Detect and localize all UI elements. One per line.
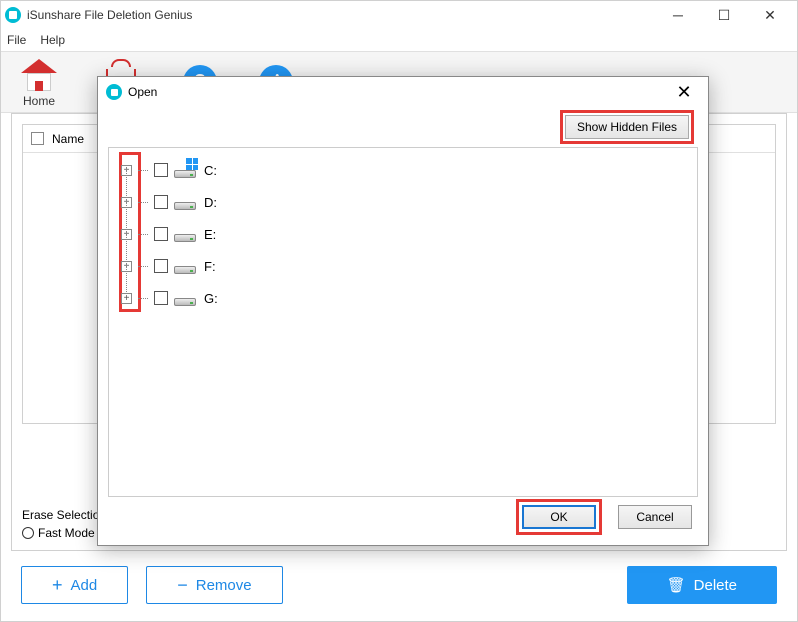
drive-icon: [174, 258, 196, 274]
drive-label: F:: [204, 259, 216, 274]
drive-label: G:: [204, 291, 218, 306]
window-controls: ─ ☐ ✕: [655, 1, 793, 29]
add-button-label: Add: [71, 577, 98, 594]
ok-button-label: OK: [550, 510, 567, 524]
cancel-button-label: Cancel: [636, 510, 673, 524]
minus-icon: [177, 575, 188, 596]
show-hidden-highlight: Show Hidden Files: [560, 110, 694, 144]
drive-checkbox[interactable]: [154, 291, 168, 305]
drive-row[interactable]: +F:: [117, 250, 689, 282]
dialog-toolbar: Show Hidden Files: [98, 107, 708, 147]
drive-label: C:: [204, 163, 217, 178]
dialog-app-icon: [106, 84, 122, 100]
minimize-button[interactable]: ─: [655, 1, 701, 29]
open-dialog: Open ✕ Show Hidden Files +C:+D:+E:+F: + G:…: [97, 76, 709, 546]
expand-toggle[interactable]: +: [121, 293, 132, 304]
remove-button[interactable]: Remove: [146, 566, 282, 604]
windows-badge-icon: [186, 158, 198, 170]
show-hidden-button[interactable]: Show Hidden Files: [565, 115, 689, 139]
drive-row[interactable]: +D:: [117, 186, 689, 218]
tree-connector: [138, 234, 148, 235]
drive-icon: [174, 290, 196, 306]
shredder-icon: 🗑: [667, 576, 686, 594]
tree-connector: [138, 266, 148, 267]
show-hidden-label: Show Hidden Files: [577, 120, 677, 134]
dialog-title-bar: Open ✕: [98, 77, 708, 107]
dialog-body: +C:+D:+E:+F: + G:: [108, 147, 698, 497]
drive-checkbox[interactable]: [154, 259, 168, 273]
drive-row[interactable]: + G:: [117, 282, 689, 314]
drive-icon: [174, 226, 196, 242]
dialog-close-button[interactable]: ✕: [668, 78, 700, 106]
erase-section: Erase Selectio Fast Mode: [22, 508, 99, 540]
title-bar: iSunshare File Deletion Genius ─ ☐ ✕: [1, 1, 797, 29]
menu-bar: File Help: [1, 29, 797, 51]
drive-icon: [174, 162, 196, 178]
delete-button[interactable]: 🗑 Delete: [627, 566, 777, 604]
close-button[interactable]: ✕: [747, 1, 793, 29]
tree-connector: [138, 170, 148, 171]
plus-icon: [52, 575, 63, 596]
maximize-button[interactable]: ☐: [701, 1, 747, 29]
erase-selection-label: Erase Selectio: [22, 508, 99, 522]
menu-file[interactable]: File: [7, 33, 26, 47]
fast-mode-label: Fast Mode: [38, 526, 95, 540]
drive-checkbox[interactable]: [154, 227, 168, 241]
app-title: iSunshare File Deletion Genius: [27, 8, 655, 22]
drive-checkbox[interactable]: [154, 195, 168, 209]
drive-row[interactable]: +C:: [117, 154, 689, 186]
name-column-header[interactable]: Name: [52, 132, 84, 146]
drive-label: E:: [204, 227, 216, 242]
drive-icon: [174, 194, 196, 210]
remove-button-label: Remove: [196, 577, 252, 594]
main-window: iSunshare File Deletion Genius ─ ☐ ✕ Fil…: [0, 0, 798, 622]
home-icon: [19, 56, 59, 94]
ok-highlight: OK: [516, 499, 602, 535]
dialog-button-row: OK Cancel: [516, 499, 692, 535]
drive-checkbox[interactable]: [154, 163, 168, 177]
tree-connector: [138, 202, 148, 203]
ok-button[interactable]: OK: [522, 505, 596, 529]
toolbar-home[interactable]: Home: [19, 56, 59, 108]
drive-tree: +C:+D:+E:+F: + G:: [117, 154, 689, 314]
app-icon: [5, 7, 21, 23]
dialog-title: Open: [128, 85, 668, 99]
tree-connector: [138, 298, 148, 299]
toolbar-home-label: Home: [23, 94, 55, 108]
bottom-bar: Add Remove 🗑 Delete: [1, 561, 797, 609]
delete-button-label: Delete: [694, 577, 737, 594]
select-all-checkbox[interactable]: [31, 132, 44, 145]
fast-mode-radio[interactable]: [22, 527, 34, 539]
drive-label: D:: [204, 195, 217, 210]
cancel-button[interactable]: Cancel: [618, 505, 692, 529]
fast-mode-option[interactable]: Fast Mode: [22, 526, 99, 540]
drive-row[interactable]: +E:: [117, 218, 689, 250]
add-button[interactable]: Add: [21, 566, 128, 604]
menu-help[interactable]: Help: [40, 33, 65, 47]
